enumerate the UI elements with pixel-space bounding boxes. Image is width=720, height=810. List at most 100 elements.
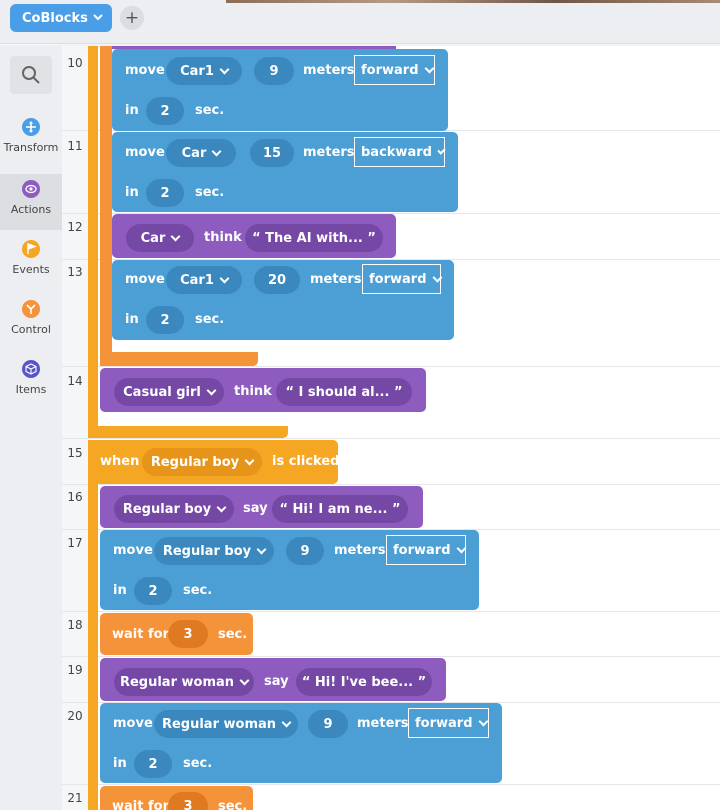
time-input[interactable]: 2 — [146, 306, 184, 334]
move-label: move — [125, 63, 165, 78]
wait-for-label: wait for — [112, 799, 169, 810]
line-number: 13 — [67, 265, 83, 279]
chevron-down-icon — [256, 544, 267, 554]
add-tab-button[interactable]: + — [120, 6, 144, 30]
chevron-down-icon — [206, 385, 217, 395]
actor-dropdown[interactable]: Regular boy — [142, 448, 262, 476]
move-label: move — [113, 543, 153, 558]
chevron-down-icon — [437, 145, 446, 155]
move-label: move — [125, 272, 165, 287]
in-label: in — [125, 185, 139, 200]
search-icon — [22, 66, 40, 84]
category-transform[interactable]: Transform — [0, 112, 62, 168]
distance-input[interactable]: 9 — [286, 537, 324, 565]
speech-text-input[interactable]: “ Hi! I am ne... ” — [272, 495, 408, 523]
target-dropdown[interactable]: Regular boy — [154, 537, 274, 565]
chevron-down-icon — [244, 455, 255, 465]
time-input[interactable]: 2 — [146, 179, 184, 207]
event-script-spine — [88, 440, 98, 810]
category-actions[interactable]: Actions — [0, 174, 62, 230]
line-number: 20 — [67, 709, 83, 723]
think-label: think — [234, 384, 272, 399]
actor-value: Casual girl — [123, 384, 201, 400]
direction-dropdown[interactable]: forward — [408, 708, 489, 738]
distance-input[interactable]: 9 — [254, 57, 294, 85]
thought-text-input[interactable]: “ The AI with... ” — [245, 224, 383, 252]
in-label: in — [113, 583, 127, 598]
event-script-spine — [88, 46, 98, 438]
row-divider — [62, 784, 720, 785]
wait-time-value: 3 — [183, 798, 193, 810]
move-label: move — [125, 145, 165, 160]
direction-value: forward — [361, 62, 419, 78]
speech-text: “ Hi! I am ne... ” — [279, 501, 401, 517]
target-value: Car1 — [180, 63, 214, 79]
line-number: 10 — [67, 56, 83, 70]
top-bar: CoBlocks + — [0, 0, 720, 44]
chevron-down-icon — [216, 502, 227, 512]
sec-label: sec. — [183, 756, 213, 771]
project-menu-button[interactable]: CoBlocks — [10, 4, 112, 32]
search-button[interactable] — [10, 56, 52, 94]
time-input[interactable]: 2 — [146, 97, 184, 125]
actor-dropdown[interactable]: Casual girl — [114, 378, 224, 406]
category-label: Items — [15, 383, 47, 396]
say-label: say — [264, 674, 289, 689]
direction-dropdown[interactable]: forward — [386, 535, 466, 565]
direction-dropdown[interactable]: backward — [354, 137, 446, 167]
sec-label: sec. — [218, 799, 248, 810]
speech-text: “ Hi! I've bee... ” — [301, 674, 427, 690]
direction-dropdown[interactable]: forward — [354, 55, 435, 85]
sec-label: sec. — [218, 627, 248, 642]
line-gutter — [62, 46, 88, 810]
wait-time-input[interactable]: 3 — [168, 792, 208, 810]
chevron-down-icon — [431, 272, 442, 282]
meters-label: meters — [334, 543, 386, 558]
time-value: 2 — [148, 756, 158, 772]
distance-input[interactable]: 9 — [308, 710, 348, 738]
category-label: Events — [12, 263, 50, 276]
event-script-footer — [88, 426, 288, 438]
target-dropdown[interactable]: Car1 — [166, 57, 242, 85]
direction-value: forward — [369, 271, 427, 287]
time-input[interactable]: 2 — [134, 750, 172, 778]
direction-dropdown[interactable]: forward — [362, 264, 442, 294]
target-dropdown[interactable]: Car1 — [166, 266, 242, 294]
wait-time-input[interactable]: 3 — [168, 620, 208, 648]
control-icon — [22, 300, 40, 318]
distance-value: 9 — [269, 63, 279, 79]
actor-dropdown[interactable]: Car — [126, 224, 194, 252]
sec-label: sec. — [195, 312, 225, 327]
add-label: + — [124, 8, 140, 28]
distance-input[interactable]: 20 — [254, 266, 300, 294]
thought-text: “ I should al... ” — [285, 384, 403, 400]
meters-label: meters — [310, 272, 362, 287]
line-number: 16 — [67, 490, 83, 504]
target-dropdown[interactable]: Regular woman — [154, 710, 298, 738]
in-label: in — [113, 756, 127, 771]
actor-dropdown[interactable]: Regular woman — [114, 668, 254, 696]
line-number: 18 — [67, 618, 83, 632]
actor-value: Regular woman — [119, 674, 235, 690]
chevron-down-icon — [456, 543, 466, 553]
line-number: 15 — [67, 446, 83, 460]
category-label: Control — [11, 323, 51, 336]
meters-label: meters — [303, 63, 355, 78]
speech-text-input[interactable]: “ Hi! I've bee... ” — [296, 668, 432, 696]
actor-dropdown[interactable]: Regular boy — [114, 495, 234, 523]
category-control[interactable]: Control — [0, 294, 62, 350]
category-items[interactable]: Items — [0, 354, 62, 410]
thought-text-input[interactable]: “ I should al... ” — [276, 378, 412, 406]
category-events[interactable]: Events — [0, 234, 62, 290]
line-number: 21 — [67, 791, 83, 805]
sec-label: sec. — [183, 583, 213, 598]
target-dropdown[interactable]: Car — [166, 139, 236, 167]
row-divider — [62, 611, 720, 612]
time-input[interactable]: 2 — [134, 577, 172, 605]
project-name: CoBlocks — [22, 10, 88, 26]
distance-input[interactable]: 15 — [250, 139, 294, 167]
meters-label: meters — [303, 145, 355, 160]
distance-value: 20 — [267, 272, 287, 288]
direction-value: backward — [361, 144, 432, 160]
transform-icon — [22, 118, 40, 136]
